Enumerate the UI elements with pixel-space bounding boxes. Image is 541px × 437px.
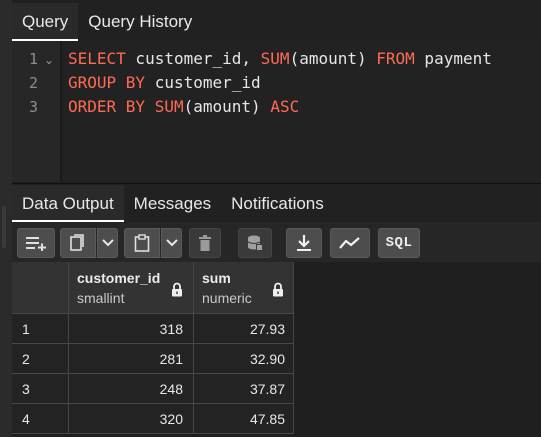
code-line-3[interactable]: ORDER BY SUM(amount) ASC xyxy=(68,97,299,116)
column-name: sum xyxy=(202,270,231,286)
cell-sum[interactable]: 47.85 xyxy=(194,404,294,434)
row-number[interactable]: 4 xyxy=(12,404,69,434)
column-header-customer-id[interactable]: customer_id smallint xyxy=(69,262,194,314)
table-row[interactable]: 2 281 32.90 xyxy=(12,344,294,374)
cell-customer-id[interactable]: 248 xyxy=(69,374,194,404)
sql-text: customer_id xyxy=(145,73,261,92)
line-number: 2 xyxy=(28,74,38,92)
row-number[interactable]: 3 xyxy=(12,374,69,404)
graph-visualiser-button[interactable] xyxy=(330,228,370,258)
tab-query-history[interactable]: Query History xyxy=(78,3,202,41)
sql-text: payment xyxy=(414,49,492,68)
chevron-down-icon xyxy=(165,239,178,247)
add-row-icon xyxy=(26,237,46,251)
cell-customer-id[interactable]: 281 xyxy=(69,344,194,374)
sql-keyword: ORDER BY xyxy=(68,97,146,116)
sql-keyword: GROUP BY xyxy=(68,73,146,92)
line-number: 3 xyxy=(28,98,38,116)
column-type: smallint xyxy=(77,290,125,306)
tab-data-output[interactable]: Data Output xyxy=(12,185,124,222)
save-data-icon xyxy=(247,235,263,251)
chevron-down-icon xyxy=(101,239,114,247)
delete-button[interactable] xyxy=(189,228,221,258)
sql-text: (amount) xyxy=(289,49,377,68)
cell-sum[interactable]: 27.93 xyxy=(194,314,294,344)
cell-sum[interactable]: 37.87 xyxy=(194,374,294,404)
left-panel-strip xyxy=(0,0,12,437)
sql-keyword: ASC xyxy=(270,97,300,116)
copy-options-button[interactable] xyxy=(97,228,118,258)
sql-button[interactable]: SQL xyxy=(378,228,420,258)
delete-icon xyxy=(199,235,211,251)
pgadmin-query-tool: Query Query History 1 2 3 ⌄ SELECT custo… xyxy=(0,0,541,437)
column-header-sum[interactable]: sum numeric xyxy=(194,262,294,314)
copy-icon xyxy=(70,234,84,251)
sql-icon: SQL xyxy=(385,235,413,251)
cell-customer-id[interactable]: 320 xyxy=(69,404,194,434)
table-row[interactable]: 1 318 27.93 xyxy=(12,314,294,344)
paste-button[interactable] xyxy=(124,228,160,258)
fold-chevron-icon[interactable]: ⌄ xyxy=(44,53,54,67)
cell-customer-id[interactable]: 318 xyxy=(69,314,194,344)
tab-notifications[interactable]: Notifications xyxy=(221,185,334,222)
graph-icon xyxy=(339,237,360,249)
paste-options-button[interactable] xyxy=(161,228,182,258)
gutter-divider xyxy=(60,41,62,182)
row-number[interactable]: 2 xyxy=(12,344,69,374)
line-number: 1 xyxy=(28,50,38,68)
save-data-button[interactable] xyxy=(238,228,272,258)
table-row[interactable]: 4 320 47.85 xyxy=(12,404,294,434)
output-tabbar: Data Output Messages Notifications xyxy=(12,183,541,222)
lock-icon xyxy=(273,282,283,297)
code-line-2[interactable]: GROUP BY customer_id xyxy=(68,73,261,92)
cell-sum[interactable]: 32.90 xyxy=(194,344,294,374)
data-output-toolbar: SQL xyxy=(12,222,541,262)
sql-text: (amount) xyxy=(183,97,271,116)
result-grid: customer_id smallint sum numeric 1 318 2… xyxy=(12,262,541,437)
sql-keyword: SUM xyxy=(154,97,184,116)
query-tabbar: Query Query History xyxy=(12,0,541,41)
download-icon xyxy=(297,235,311,251)
tab-messages[interactable]: Messages xyxy=(124,185,221,222)
row-number[interactable]: 1 xyxy=(12,314,69,344)
sql-keyword: SELECT xyxy=(68,49,126,68)
paste-icon xyxy=(134,234,150,252)
row-header-corner[interactable] xyxy=(12,262,69,314)
copy-button[interactable] xyxy=(60,228,96,258)
add-row-button[interactable] xyxy=(17,228,55,258)
code-line-1[interactable]: SELECT customer_id, SUM(amount) FROM pay… xyxy=(68,49,492,68)
sql-editor[interactable]: 1 2 3 ⌄ SELECT customer_id, SUM(amount) … xyxy=(12,41,541,182)
sql-keyword: FROM xyxy=(376,49,415,68)
download-button[interactable] xyxy=(286,228,322,258)
sql-text: customer_id, xyxy=(125,49,261,68)
resize-handle[interactable] xyxy=(2,206,6,248)
editor-gutter: 1 2 3 ⌄ xyxy=(12,41,60,182)
column-name: customer_id xyxy=(77,270,161,286)
lock-icon xyxy=(172,282,182,297)
sql-keyword: SUM xyxy=(260,49,290,68)
column-type: numeric xyxy=(202,290,252,306)
table-row[interactable]: 3 248 37.87 xyxy=(12,374,294,404)
tab-query[interactable]: Query xyxy=(12,3,79,41)
